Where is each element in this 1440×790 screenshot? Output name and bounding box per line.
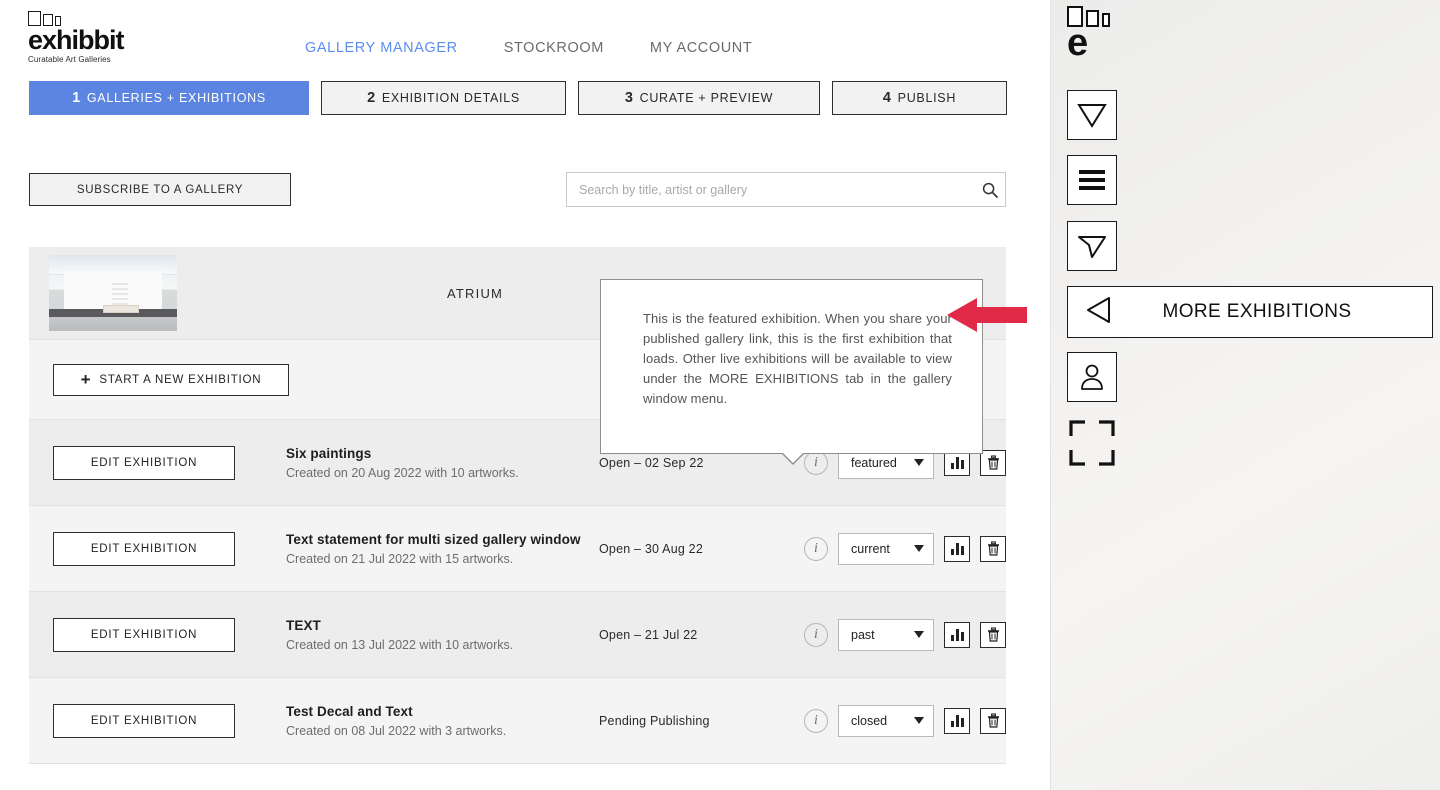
exhibition-status: Pending Publishing [599,713,710,728]
row-controls: i past [804,618,1006,651]
plus-icon: + [80,370,92,389]
down-triangle-icon [1077,104,1107,128]
collapse-down-button[interactable] [1067,90,1117,140]
panel-logo: e [1067,5,1110,64]
annotation-arrow-icon [947,295,1027,335]
tooltip-text: This is the featured exhibition. When yo… [643,311,952,406]
step-number: 3 [624,90,634,106]
wizard-steps: 1 GALLERIES + EXHIBITIONS 2 EXHIBITION D… [29,81,1007,115]
step-label: GALLERIES + EXHIBITIONS [86,91,266,105]
chevron-down-icon [914,631,924,638]
menu-button[interactable] [1067,155,1117,205]
exhibition-state-select[interactable]: closed [838,704,934,737]
panel-logo-letter: e [1067,22,1088,64]
exhibition-state-select[interactable]: current [838,532,934,565]
exhibition-state-select[interactable]: past [838,618,934,651]
more-exhibitions-label: MORE EXHIBITIONS [1162,301,1352,322]
exhibition-title: Six paintings [286,445,372,461]
left-triangle-icon [1086,296,1112,329]
exhibition-info: Text statement for multi sized gallery w… [286,532,616,566]
step-label: PUBLISH [897,91,957,105]
table-row: EDIT EXHIBITION Text statement for multi… [29,506,1006,592]
person-icon [1081,364,1103,390]
step-tab-curate-preview[interactable]: 3 CURATE + PREVIEW [578,81,820,115]
step-number: 2 [367,90,376,106]
step-number: 4 [882,90,892,106]
exhibition-info: Test Decal and Text Created on 08 Jul 20… [286,704,616,738]
search-input[interactable] [567,182,975,197]
delete-icon[interactable] [980,449,1006,476]
chevron-down-icon [914,717,924,724]
exhibition-state-value: past [851,627,875,642]
edit-exhibition-button[interactable]: EDIT EXHIBITION [53,531,235,566]
edit-exhibition-button[interactable]: EDIT EXHIBITION [53,617,235,652]
edit-exhibition-button[interactable]: EDIT EXHIBITION [53,445,235,480]
navigate-button[interactable] [1067,221,1117,271]
chevron-down-icon [914,459,924,466]
step-label: CURATE + PREVIEW [639,91,774,105]
chevron-down-icon [914,545,924,552]
exhibition-status: Open – 02 Sep 22 [599,455,704,470]
exhibition-info: Six paintings Created on 20 Aug 2022 wit… [286,446,616,480]
gallery-thumbnail[interactable] [49,255,177,331]
start-new-exhibition-label: START A NEW EXHIBITION [99,373,262,386]
step-label: EXHIBITION DETAILS [381,91,520,105]
delete-icon[interactable] [980,535,1006,562]
hamburger-menu-icon [1079,170,1105,190]
table-row: EDIT EXHIBITION Test Decal and Text Crea… [29,678,1006,764]
exhibition-info: TEXT Created on 13 Jul 2022 with 10 artw… [286,618,616,652]
primary-nav: GALLERY MANAGER STOCKROOM MY ACCOUNT [305,40,752,56]
exhibition-state-value: featured [851,455,897,470]
row-controls: i closed [804,704,1006,737]
exhibition-state-value: current [851,541,890,556]
stats-icon[interactable] [944,707,970,734]
step-tab-publish[interactable]: 4 PUBLISH [832,81,1007,115]
table-row: EDIT EXHIBITION TEXT Created on 13 Jul 2… [29,592,1006,678]
exhibition-subtitle: Created on 20 Aug 2022 with 10 artworks. [286,465,519,480]
delete-icon[interactable] [980,621,1006,648]
logo-panels-icon [28,10,148,26]
info-icon[interactable]: i [804,450,828,475]
info-icon[interactable]: i [804,708,828,733]
exhibition-title: Text statement for multi sized gallery w… [286,531,581,547]
nav-item-my-account[interactable]: MY ACCOUNT [650,40,752,56]
stats-icon[interactable] [944,535,970,562]
fullscreen-button[interactable] [1067,418,1117,468]
exhibition-status: Open – 21 Jul 22 [599,627,698,642]
logo-tagline: Curatable Art Galleries [28,55,111,64]
info-icon[interactable]: i [804,622,828,647]
logo-wordmark: exhibbit [28,25,125,55]
nav-item-stockroom[interactable]: STOCKROOM [504,40,604,56]
exhibition-subtitle: Created on 08 Jul 2022 with 3 artworks. [286,723,507,738]
step-number: 1 [72,90,81,106]
gallery-window-panel: e MORE EXHIBITIONS [1050,0,1440,790]
exhibbit-logo[interactable]: exhibbit Curatable Art Galleries [28,10,148,64]
delete-icon[interactable] [980,707,1006,734]
stats-icon[interactable] [944,621,970,648]
exhibition-title: TEXT [286,617,321,633]
start-new-exhibition-button[interactable]: + START A NEW EXHIBITION [53,363,289,396]
account-button[interactable] [1067,352,1117,402]
gallery-name: ATRIUM [447,285,504,301]
search-icon[interactable] [975,182,1005,198]
row-controls: i current [804,532,1006,565]
gallery-manager-app: exhibbit Curatable Art Galleries GALLERY… [0,0,1050,790]
more-exhibitions-button[interactable]: MORE EXHIBITIONS [1067,286,1433,338]
step-tab-galleries-exhibitions[interactable]: 1 GALLERIES + EXHIBITIONS [29,81,309,115]
exhibition-state-value: closed [851,713,888,728]
navigate-triangle-icon [1078,236,1106,258]
edit-exhibition-button[interactable]: EDIT EXHIBITION [53,703,235,738]
info-icon[interactable]: i [804,536,828,561]
exhibition-subtitle: Created on 13 Jul 2022 with 10 artworks. [286,637,514,652]
tooltip-pointer-inner [782,452,804,463]
search-box[interactable] [566,172,1006,207]
step-tab-exhibition-details[interactable]: 2 EXHIBITION DETAILS [321,81,566,115]
nav-item-gallery-manager[interactable]: GALLERY MANAGER [305,40,458,56]
fullscreen-icon [1069,420,1115,466]
exhibition-status: Open – 30 Aug 22 [599,541,703,556]
exhibition-title: Test Decal and Text [286,703,413,719]
subscribe-to-gallery-button[interactable]: SUBSCRIBE TO A GALLERY [29,173,291,206]
exhibition-subtitle: Created on 21 Jul 2022 with 15 artworks. [286,551,514,566]
featured-exhibition-tooltip: This is the featured exhibition. When yo… [600,279,983,465]
